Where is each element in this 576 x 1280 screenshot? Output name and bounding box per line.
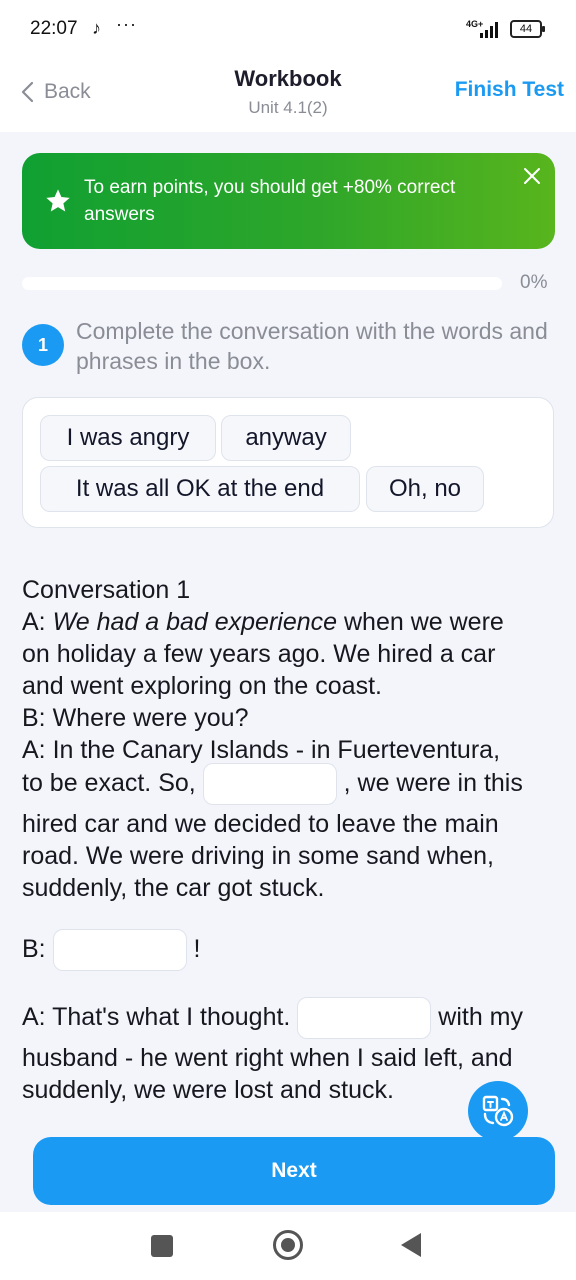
line-text: , we were in this: [336, 769, 523, 797]
conversation-line: A: That's what I thought. with my: [22, 996, 558, 1040]
app-header: Back Workbook Unit 4.1(2) Finish Test: [0, 58, 576, 132]
progress-bar: [22, 277, 502, 290]
speaker-label: B:: [22, 935, 53, 963]
word-chip[interactable]: I was angry: [40, 415, 216, 461]
signal-icon: [480, 22, 498, 38]
status-time: 22:07: [30, 18, 78, 39]
line-text: with my: [431, 1003, 523, 1031]
battery-level: 44: [519, 23, 533, 35]
word-chip[interactable]: Oh, no: [366, 466, 484, 512]
next-button[interactable]: Next: [33, 1137, 555, 1205]
tiktok-icon: ♪: [92, 18, 101, 38]
conversation-line: husband - he went right when I said left…: [22, 1044, 513, 1072]
home-icon[interactable]: [273, 1230, 303, 1260]
line-text: when we were: [337, 608, 504, 636]
info-banner: To earn points, you should get +80% corr…: [22, 153, 555, 249]
line-text: to be exact. So,: [22, 769, 203, 797]
word-chip[interactable]: anyway: [221, 415, 351, 461]
close-icon[interactable]: [523, 167, 541, 185]
conversation-line: hired car and we decided to leave the ma…: [22, 810, 499, 838]
conversation-line: A: We had a bad experience when we were: [22, 606, 558, 638]
battery-icon: 44: [510, 20, 545, 38]
answer-blank-1[interactable]: [202, 763, 337, 806]
italic-phrase: We had a bad experience: [52, 608, 338, 636]
line-text: A: That's what I thought.: [22, 1003, 298, 1031]
question-instructions: Complete the conversation with the words…: [76, 318, 548, 374]
conversation-heading: Conversation 1: [22, 576, 191, 604]
more-dots-icon: ···: [116, 14, 137, 34]
conversation-line: and went exploring on the coast.: [22, 672, 382, 700]
finish-test-button[interactable]: Finish Test: [455, 78, 564, 102]
answer-blank-2[interactable]: [52, 929, 187, 972]
banner-text: To earn points, you should get +80% corr…: [84, 177, 456, 225]
star-icon: [46, 189, 70, 212]
translate-icon: [482, 1095, 514, 1127]
conversation-text: Conversation 1 A: We had a bad experienc…: [22, 574, 558, 1106]
system-nav-bar: [0, 1212, 576, 1280]
word-chip[interactable]: It was all OK at the end: [40, 466, 360, 512]
conversation-line: B: !: [22, 928, 558, 972]
conversation-line: road. We were driving in some sand when,: [22, 842, 494, 870]
translate-button[interactable]: [468, 1081, 528, 1141]
nav-back-icon[interactable]: [401, 1233, 421, 1257]
conversation-line: B: Where were you?: [22, 704, 249, 732]
recent-apps-icon[interactable]: [151, 1235, 173, 1257]
conversation-line: to be exact. So, , we were in this: [22, 762, 558, 806]
status-bar: 22:07 ♪ ··· 4G+ 44: [0, 0, 576, 58]
progress-label: 0%: [520, 272, 548, 293]
speaker-label: A:: [22, 608, 53, 636]
line-text: !: [186, 935, 201, 963]
conversation-line: on holiday a few years ago. We hired a c…: [22, 640, 496, 668]
conversation-line: suddenly, the car got stuck.: [22, 874, 325, 902]
question-number-badge: 1: [22, 324, 64, 366]
word-box: I was angry anyway It was all OK at the …: [22, 397, 554, 528]
answer-blank-3[interactable]: [297, 997, 432, 1040]
